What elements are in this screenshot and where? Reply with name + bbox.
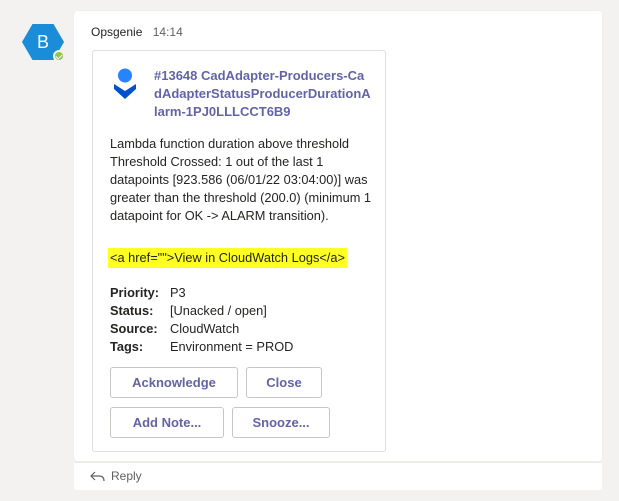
reply-arrow-icon [90,471,105,482]
opsgenie-logo-icon [114,68,136,99]
fact-value: [Unacked / open] [170,303,267,318]
message-timestamp: 14:14 [152,25,183,39]
cloudwatch-link-text: <a href="">View in CloudWatch Logs</a> [108,248,347,268]
fact-value: Environment = PROD [170,339,294,354]
fact-tags: Tags: Environment = PROD [110,338,372,356]
sender-name[interactable]: Opsgenie [91,25,142,39]
fact-value: CloudWatch [170,321,240,336]
alert-card: #13648 CadAdapter-Producers-CadAdapterSt… [92,50,386,452]
fact-key: Status: [110,303,154,318]
fact-source: Source: CloudWatch [110,320,372,338]
fact-priority: Priority: P3 [110,284,372,302]
fact-key: Priority: [110,285,160,300]
reply-bar[interactable]: Reply [74,462,602,490]
fact-key: Source: [110,321,158,336]
fact-status: Status: [Unacked / open] [110,302,372,320]
fact-key: Tags: [110,339,144,354]
acknowledge-button[interactable]: Acknowledge [110,367,238,398]
message-header: Opsgenie 14:14 [91,24,183,40]
fact-value: P3 [170,285,186,300]
close-button[interactable]: Close [246,367,322,398]
alert-title[interactable]: #13648 CadAdapter-Producers-CadAdapterSt… [154,67,372,121]
reply-label: Reply [111,469,142,483]
snooze-button[interactable]: Snooze... [232,407,330,438]
alert-description: Lambda function duration above threshold… [110,136,372,223]
presence-available-icon [53,50,65,62]
message-container: Opsgenie 14:14 #13648 CadAdapter-Produce… [74,11,602,461]
alert-facts: Priority: P3 Status: [Unacked / open] So… [110,284,372,356]
add-note-button[interactable]: Add Note... [110,407,224,438]
